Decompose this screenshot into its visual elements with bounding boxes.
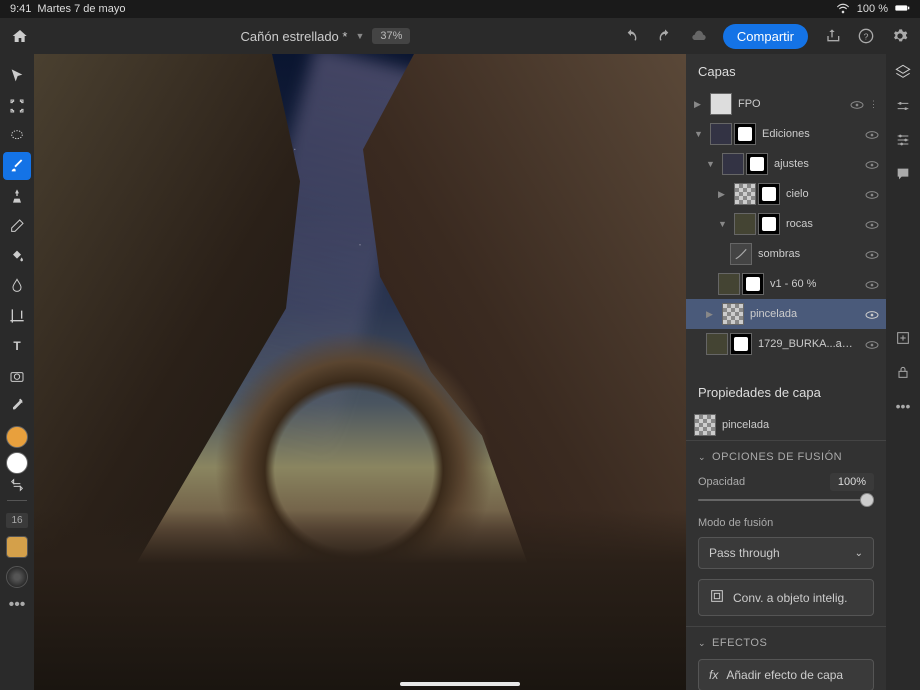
- comment-icon[interactable]: [893, 164, 913, 184]
- layer-rocas[interactable]: ▼ rocas: [686, 209, 886, 239]
- layer-v1[interactable]: v1 - 60 %: [686, 269, 886, 299]
- clone-tool[interactable]: [3, 182, 31, 210]
- wifi-icon: [835, 0, 851, 19]
- visibility-icon[interactable]: [864, 187, 878, 201]
- status-date: Martes 7 de mayo: [37, 3, 125, 15]
- text-tool[interactable]: T: [3, 332, 31, 360]
- document-title: Cañón estrellado *: [241, 29, 348, 44]
- convert-smart-object-button[interactable]: Conv. a objeto intelig.: [698, 579, 874, 616]
- visibility-icon[interactable]: [864, 157, 878, 171]
- opacity-slider[interactable]: [698, 499, 874, 501]
- lock-icon[interactable]: [893, 362, 913, 382]
- background-color[interactable]: [6, 452, 28, 474]
- selected-layer-display: pincelada: [686, 410, 886, 440]
- home-indicator[interactable]: [400, 682, 520, 686]
- brush-preview[interactable]: [6, 536, 28, 558]
- status-bar: 9:41 Martes 7 de mayo 100 %: [0, 0, 920, 18]
- more-icon[interactable]: •••: [893, 396, 913, 416]
- chevron-down-icon: ⌄: [698, 638, 706, 649]
- eyedropper-tool[interactable]: [3, 392, 31, 420]
- battery-pct: 100 %: [857, 3, 888, 15]
- move-tool[interactable]: [3, 62, 31, 90]
- visibility-icon[interactable]: [849, 97, 863, 111]
- transform-tool[interactable]: [3, 92, 31, 120]
- chevron-down-icon: ⌄: [698, 452, 706, 463]
- layers-panel-title: Capas: [686, 54, 886, 89]
- layer-ajustes[interactable]: ▼ ajustes: [686, 149, 886, 179]
- layer-burka[interactable]: 1729_BURKA...anced-NR33: [686, 329, 886, 359]
- brush-tool[interactable]: [3, 152, 31, 180]
- layer-cielo[interactable]: ▶ cielo: [686, 179, 886, 209]
- layers-icon[interactable]: [893, 62, 913, 82]
- visibility-icon[interactable]: [864, 217, 878, 231]
- blend-mode-label: Modo de fusión: [698, 517, 773, 529]
- smart-object-icon: [709, 588, 725, 607]
- opacity-value[interactable]: 100%: [830, 473, 874, 491]
- battery-icon: [894, 0, 910, 19]
- visibility-icon[interactable]: [864, 127, 878, 141]
- svg-text:T: T: [13, 339, 21, 353]
- layer-more-icon[interactable]: ⋮: [869, 99, 878, 110]
- adjustments-icon[interactable]: [893, 130, 913, 150]
- collapse-icon[interactable]: ▼: [694, 129, 704, 139]
- top-bar: Cañón estrellado * ▼ 37% Compartir ?: [0, 18, 920, 54]
- chevron-down-icon: ⌄: [855, 548, 863, 559]
- layer-ediciones[interactable]: ▼ Ediciones: [686, 119, 886, 149]
- fx-icon: fx: [709, 668, 718, 682]
- properties-title: Propiedades de capa: [686, 375, 886, 410]
- visibility-icon[interactable]: [864, 307, 878, 321]
- redo-button[interactable]: [655, 26, 675, 46]
- export-icon[interactable]: [822, 26, 842, 46]
- layer-pincelada[interactable]: ▶ pincelada: [686, 299, 886, 329]
- layer-fpo[interactable]: ▶ FPO ⋮: [686, 89, 886, 119]
- smudge-tool[interactable]: [3, 272, 31, 300]
- canvas[interactable]: [34, 54, 686, 690]
- blend-mode-dropdown[interactable]: Pass through ⌄: [698, 537, 874, 569]
- chevron-down-icon[interactable]: ▼: [355, 31, 364, 41]
- brush-texture[interactable]: [6, 566, 28, 588]
- opacity-label: Opacidad: [698, 476, 745, 488]
- lasso-tool[interactable]: [3, 122, 31, 150]
- expand-icon[interactable]: ▶: [694, 99, 704, 110]
- tools-toolbar: T 16 •••: [0, 54, 34, 690]
- layer-sombras[interactable]: sombras: [686, 239, 886, 269]
- crop-tool[interactable]: [3, 302, 31, 330]
- add-effect-button[interactable]: fx Añadir efecto de capa: [698, 659, 874, 690]
- properties-icon[interactable]: [893, 96, 913, 116]
- expand-icon[interactable]: ▶: [706, 309, 716, 320]
- svg-text:?: ?: [864, 31, 869, 41]
- more-tools-icon[interactable]: •••: [9, 596, 26, 614]
- cloud-icon[interactable]: [689, 26, 709, 46]
- expand-icon[interactable]: ▶: [718, 189, 728, 200]
- help-icon[interactable]: ?: [856, 26, 876, 46]
- status-time: 9:41: [10, 3, 31, 15]
- home-button[interactable]: [10, 26, 30, 46]
- visibility-icon[interactable]: [864, 277, 878, 291]
- foreground-color[interactable]: [6, 426, 28, 448]
- toolbar-separator: [7, 500, 27, 501]
- right-toolbar: •••: [886, 54, 920, 690]
- visibility-icon[interactable]: [864, 247, 878, 261]
- visibility-icon[interactable]: [864, 337, 878, 351]
- undo-button[interactable]: [621, 26, 641, 46]
- eraser-tool[interactable]: [3, 212, 31, 240]
- zoom-level[interactable]: 37%: [372, 28, 410, 44]
- camera-tool[interactable]: [3, 362, 31, 390]
- gear-icon[interactable]: [890, 26, 910, 46]
- blend-options-header[interactable]: ⌄ OPCIONES DE FUSIÓN: [698, 451, 874, 463]
- layers-panel: Capas ▶ FPO ⋮ ▼ Ediciones ▼ ajustes ▶ ci…: [686, 54, 886, 690]
- swap-colors-icon[interactable]: [3, 476, 31, 494]
- collapse-icon[interactable]: ▼: [718, 219, 728, 229]
- fill-tool[interactable]: [3, 242, 31, 270]
- share-button[interactable]: Compartir: [723, 24, 808, 49]
- effects-header[interactable]: ⌄ EFECTOS: [698, 637, 874, 649]
- brush-size-indicator[interactable]: 16: [6, 513, 28, 528]
- collapse-icon[interactable]: ▼: [706, 159, 716, 169]
- add-layer-icon[interactable]: [893, 328, 913, 348]
